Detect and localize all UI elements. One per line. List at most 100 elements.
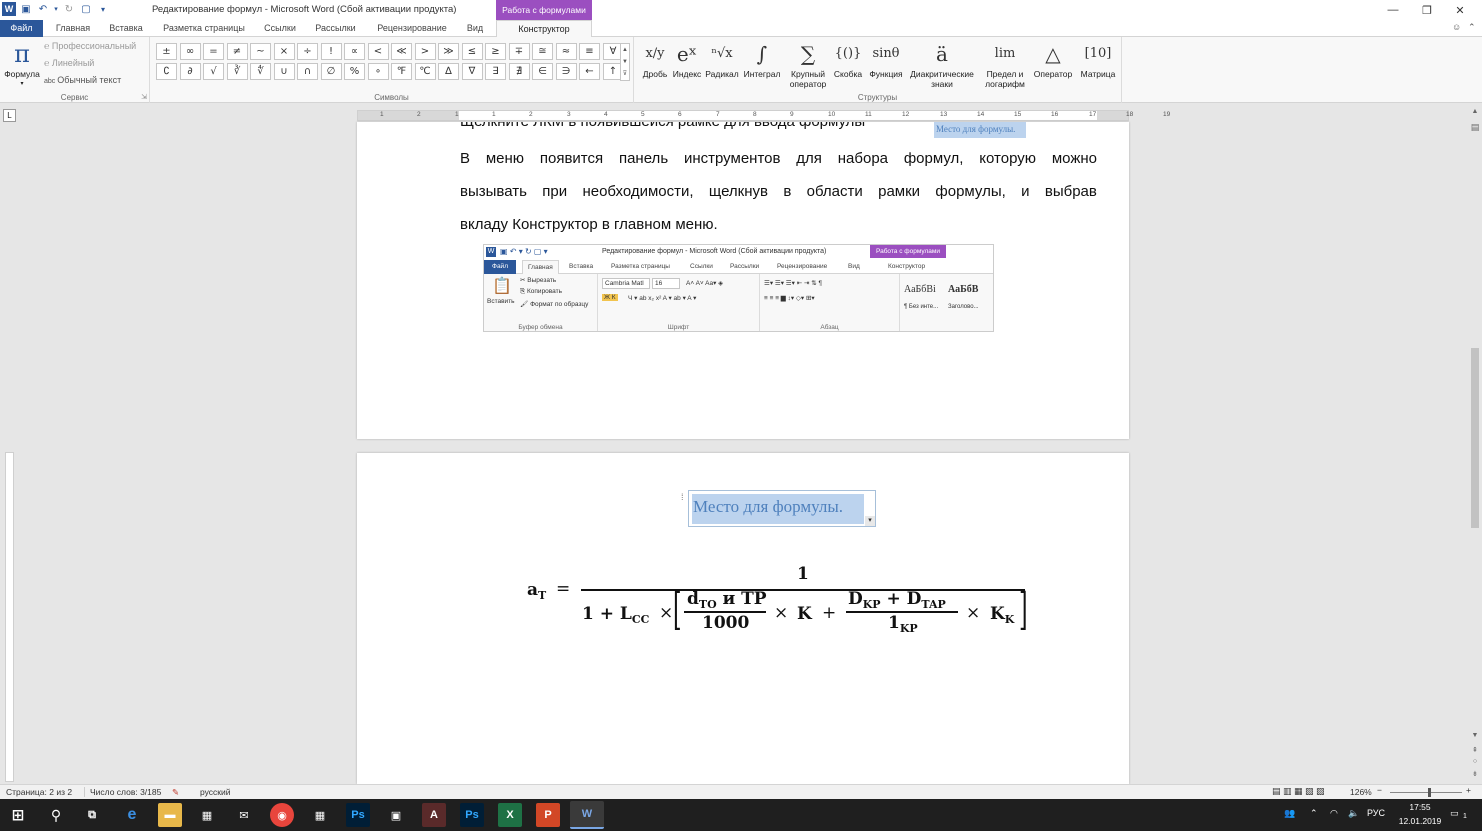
symbol-button[interactable]: ℃ bbox=[414, 63, 436, 80]
input-language[interactable]: РУС bbox=[1367, 808, 1385, 818]
word-count[interactable]: Число слов: 3/185 bbox=[84, 787, 161, 797]
next-page-icon[interactable]: ⇟ bbox=[1470, 770, 1480, 780]
symbol-button[interactable]: ∄ bbox=[508, 63, 530, 80]
view-buttons[interactable]: ▤ ▥ ▦ ▧ ▨ bbox=[1272, 786, 1325, 797]
structure-button[interactable]: ä Диакритические знаки bbox=[906, 39, 978, 89]
symbol-button[interactable]: ∈ bbox=[532, 63, 553, 80]
symbol-button[interactable]: > bbox=[414, 43, 436, 60]
symbol-button[interactable]: = bbox=[203, 43, 224, 60]
symbol-button[interactable]: ≡ bbox=[579, 43, 600, 60]
word-taskbar-icon[interactable]: W bbox=[570, 801, 604, 829]
symbol-button[interactable]: < bbox=[367, 43, 389, 60]
symbol-button[interactable]: ∓ bbox=[508, 43, 530, 60]
smiley-icon[interactable]: ☺ bbox=[1452, 22, 1461, 32]
tab-references[interactable]: Ссылки bbox=[258, 20, 302, 37]
new-document-icon[interactable]: ▢ bbox=[79, 2, 93, 16]
drag-handle-icon[interactable]: ⁞ bbox=[681, 492, 684, 502]
symbol-button[interactable]: ≅ bbox=[532, 43, 553, 60]
structure-button[interactable]: eˣ Индекс bbox=[672, 39, 702, 79]
symbol-button[interactable]: ≠ bbox=[226, 43, 248, 60]
tab-page-layout[interactable]: Разметка страницы bbox=[158, 20, 250, 37]
tab-insert[interactable]: Вставка bbox=[103, 20, 149, 37]
formula-button[interactable]: π Формула ▾ bbox=[2, 39, 42, 89]
symbol-button[interactable]: ~ bbox=[250, 43, 271, 60]
zoom-in-icon[interactable]: + bbox=[1466, 785, 1471, 795]
scroll-thumb[interactable] bbox=[1471, 348, 1479, 528]
symbol-button[interactable]: ∘ bbox=[367, 63, 389, 80]
document-page-2[interactable]: ⁞ Место для формулы. ▾ aT = 1 1 + LCC × … bbox=[357, 453, 1129, 784]
zoom-slider[interactable] bbox=[1390, 792, 1462, 793]
tab-view[interactable]: Вид bbox=[460, 20, 490, 37]
photoshop-icon[interactable]: Ps bbox=[346, 803, 370, 827]
ruler-toggle-icon[interactable]: ▤ bbox=[1470, 122, 1480, 132]
symbol-button[interactable]: ≈ bbox=[555, 43, 577, 60]
close-button[interactable]: ✕ bbox=[1438, 0, 1482, 20]
tab-design[interactable]: Конструктор bbox=[496, 20, 592, 38]
chevron-down-icon[interactable]: ▾ bbox=[53, 2, 59, 16]
formula-placeholder[interactable]: ⁞ Место для формулы. ▾ bbox=[681, 490, 876, 527]
tab-mailings[interactable]: Рассылки bbox=[308, 20, 363, 37]
dialog-launcher-icon[interactable]: ⇲ bbox=[141, 93, 147, 101]
store-icon[interactable]: ▦ bbox=[195, 803, 219, 827]
redo-icon[interactable]: ↻ bbox=[62, 2, 76, 16]
photoshop-2-icon[interactable]: Ps bbox=[460, 803, 484, 827]
tab-review[interactable]: Рецензирование bbox=[370, 20, 454, 37]
zoom-out-icon[interactable]: − bbox=[1377, 785, 1382, 795]
symbol-button[interactable]: ≥ bbox=[485, 43, 506, 60]
scroll-down-icon[interactable]: ▼ bbox=[1470, 732, 1480, 742]
scroll-up-icon[interactable]: ▲ bbox=[1470, 108, 1480, 118]
symbol-button[interactable]: ∜ bbox=[250, 63, 271, 80]
symbol-button[interactable]: ÷ bbox=[297, 43, 318, 60]
windows-start-icon[interactable]: ⊞ bbox=[6, 803, 30, 827]
symbol-button[interactable]: ∩ bbox=[297, 63, 318, 80]
symbol-button[interactable]: ∃ bbox=[485, 63, 506, 80]
structure-button[interactable]: [10] Матрица bbox=[1075, 39, 1121, 79]
symbol-button[interactable]: ∛ bbox=[226, 63, 248, 80]
symbol-button[interactable]: ∞ bbox=[179, 43, 201, 60]
tab-selector[interactable]: L bbox=[3, 109, 16, 122]
clock-date[interactable]: 12.01.2019 bbox=[1396, 816, 1444, 826]
document-page-1[interactable]: Щелкните ЛКМ в появившейся рамке для вво… bbox=[357, 122, 1129, 439]
media-icon[interactable]: ▣ bbox=[384, 803, 408, 827]
symbols-scroll[interactable]: ▲ ▼ ⊽ bbox=[620, 43, 630, 81]
symbol-button[interactable]: ! bbox=[320, 43, 342, 60]
tab-file[interactable]: Файл bbox=[0, 20, 43, 37]
symbol-button[interactable]: ∁ bbox=[156, 63, 177, 80]
zoom-level[interactable]: 126% bbox=[1350, 787, 1372, 797]
symbol-button[interactable]: ≪ bbox=[391, 43, 412, 60]
symbol-button[interactable]: % bbox=[344, 63, 365, 80]
formula-placeholder-text[interactable]: Место для формулы. bbox=[692, 494, 864, 524]
undo-icon[interactable]: ↶ bbox=[36, 2, 50, 16]
vertical-ruler[interactable] bbox=[5, 452, 14, 782]
volume-icon[interactable]: 🔈 bbox=[1348, 808, 1359, 819]
task-view-icon[interactable]: ⧉ bbox=[80, 803, 104, 827]
symbol-button[interactable]: ≤ bbox=[461, 43, 483, 60]
chevron-down-icon[interactable]: ▾ bbox=[865, 516, 875, 526]
previous-page-icon[interactable]: ⇞ bbox=[1470, 746, 1480, 756]
calculator-icon[interactable]: ▦ bbox=[308, 803, 332, 827]
excel-icon[interactable]: X bbox=[498, 803, 522, 827]
clock-time[interactable]: 17:55 bbox=[1400, 802, 1440, 812]
symbol-button[interactable]: ← bbox=[579, 63, 600, 80]
notification-icon[interactable]: ▭ bbox=[1450, 808, 1459, 819]
symbol-button[interactable]: ∆ bbox=[438, 63, 459, 80]
linear-option[interactable]: ℮ Линейный bbox=[44, 58, 94, 68]
symbol-button[interactable]: ∝ bbox=[344, 43, 365, 60]
symbol-button[interactable]: ∪ bbox=[273, 63, 295, 80]
mail-icon[interactable]: ✉ bbox=[232, 803, 256, 827]
plain-text-option[interactable]: abc Обычный текст bbox=[44, 75, 121, 85]
symbol-button[interactable]: ≫ bbox=[438, 43, 459, 60]
symbol-button[interactable]: ∋ bbox=[555, 63, 577, 80]
structure-button[interactable]: △ Оператор bbox=[1032, 39, 1074, 79]
language[interactable]: русский bbox=[200, 787, 231, 797]
ribbon-options-icon[interactable]: ⌃ bbox=[1468, 22, 1476, 33]
abbyy-icon[interactable]: A bbox=[422, 803, 446, 827]
structure-button[interactable]: x/y Дробь bbox=[641, 39, 669, 79]
symbol-button[interactable]: ∂ bbox=[179, 63, 201, 80]
chrome-icon[interactable]: ◉ bbox=[270, 803, 294, 827]
network-icon[interactable]: ◠ bbox=[1330, 808, 1338, 819]
symbol-button[interactable]: ± bbox=[156, 43, 177, 60]
powerpoint-icon[interactable]: P bbox=[536, 803, 560, 827]
horizontal-ruler[interactable]: 1 2 1 1 2 3 4 5 6 7 8 9 10 11 12 13 14 15 16 17 18 19 bbox=[357, 110, 1170, 121]
tab-home[interactable]: Главная bbox=[50, 20, 96, 37]
